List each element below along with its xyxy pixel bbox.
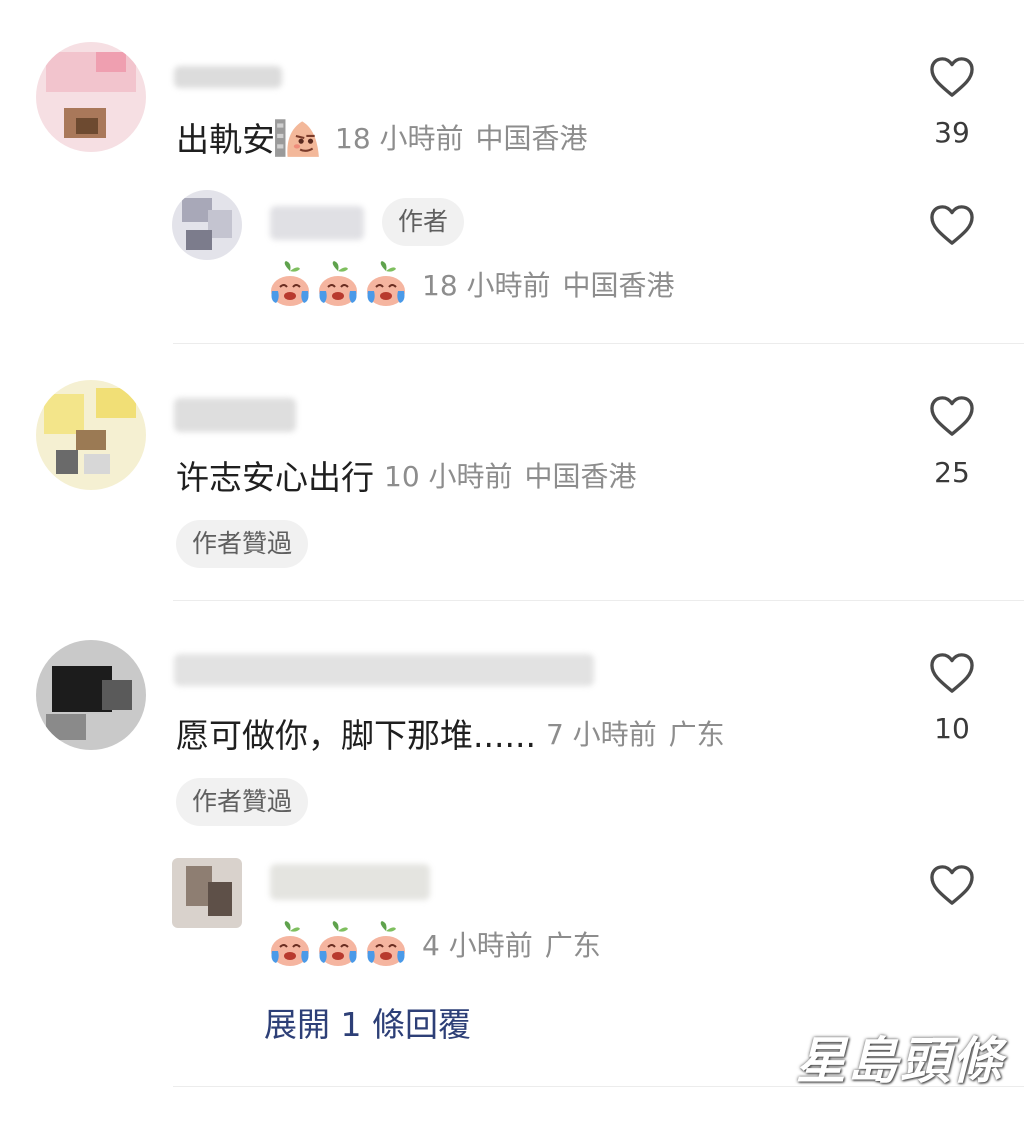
reply-time: 18 小時前 bbox=[422, 269, 551, 302]
comment-time: 18 小時前 bbox=[335, 122, 464, 155]
heart-icon[interactable] bbox=[929, 864, 975, 906]
comment-location: 中国香港 bbox=[475, 122, 588, 155]
crying-peach-emoji bbox=[319, 261, 357, 306]
comment-meta: 10 小時前 中国香港 bbox=[384, 455, 637, 495]
username-blurred[interactable] bbox=[174, 66, 282, 88]
crying-peach-emoji bbox=[271, 261, 309, 306]
avatar[interactable] bbox=[36, 380, 146, 490]
comment-row: 出軌安 18 小時前 中国香港 bbox=[176, 112, 588, 162]
crying-peach-emoji bbox=[319, 921, 357, 966]
comment-text: 许志安心出行 bbox=[176, 458, 374, 497]
comment-row: 愿可做你，脚下那堆...... 7 小時前 广东 bbox=[176, 708, 725, 758]
watermark-logo: 星島頭條 bbox=[796, 1031, 1004, 1090]
reply-time: 4 小時前 bbox=[422, 929, 533, 962]
username-blurred[interactable] bbox=[174, 654, 594, 686]
heart-icon[interactable] bbox=[929, 652, 975, 694]
comment-meta: 7 小時前 广东 bbox=[546, 713, 725, 753]
smirking-peach-emoji bbox=[275, 119, 319, 157]
author-liked-badge: 作者贊過 bbox=[176, 778, 309, 826]
comment-text: 出軌安 bbox=[176, 120, 275, 159]
heart-icon[interactable] bbox=[929, 395, 975, 437]
heart-icon[interactable] bbox=[929, 204, 975, 246]
reply-avatar[interactable] bbox=[172, 858, 242, 928]
crying-peach-emoji bbox=[271, 921, 309, 966]
reply-row: 18 小時前 中国香港 bbox=[268, 258, 675, 310]
comment-location: 中国香港 bbox=[524, 460, 637, 493]
divider bbox=[173, 343, 1024, 344]
comment-location: 广东 bbox=[668, 718, 725, 751]
author-badge: 作者 bbox=[382, 198, 465, 246]
heart-icon[interactable] bbox=[929, 56, 975, 98]
crying-peach-emoji bbox=[367, 921, 405, 966]
reply-location: 中国香港 bbox=[562, 269, 675, 302]
like-count: 39 bbox=[934, 116, 970, 149]
avatar[interactable] bbox=[36, 640, 146, 750]
comment-meta: 18 小時前 中国香港 bbox=[335, 117, 588, 157]
crying-peach-emoji bbox=[367, 261, 405, 306]
reply-location: 广东 bbox=[544, 929, 601, 962]
like-count: 10 bbox=[934, 712, 970, 745]
reply-avatar[interactable] bbox=[172, 190, 242, 260]
avatar[interactable] bbox=[36, 42, 146, 152]
reply-username-blurred[interactable] bbox=[270, 206, 364, 240]
comment-text: 愿可做你，脚下那堆...... bbox=[176, 716, 536, 755]
comment-time: 10 小時前 bbox=[384, 460, 513, 493]
reply-username-blurred[interactable] bbox=[270, 864, 430, 900]
author-liked-badge: 作者贊過 bbox=[176, 520, 309, 568]
reply-meta: 4 小時前 广东 bbox=[422, 924, 601, 964]
comment-row: 许志安心出行 10 小時前 中国香港 bbox=[176, 450, 637, 500]
expand-replies-link[interactable]: 展開 1 條回覆 bbox=[264, 998, 471, 1046]
comment-time: 7 小時前 bbox=[545, 718, 657, 751]
username-blurred[interactable] bbox=[174, 398, 296, 432]
reply-row: 4 小時前 广东 bbox=[268, 918, 601, 970]
divider bbox=[173, 600, 1024, 601]
like-count: 25 bbox=[934, 456, 970, 489]
reply-meta: 18 小時前 中国香港 bbox=[422, 264, 675, 304]
